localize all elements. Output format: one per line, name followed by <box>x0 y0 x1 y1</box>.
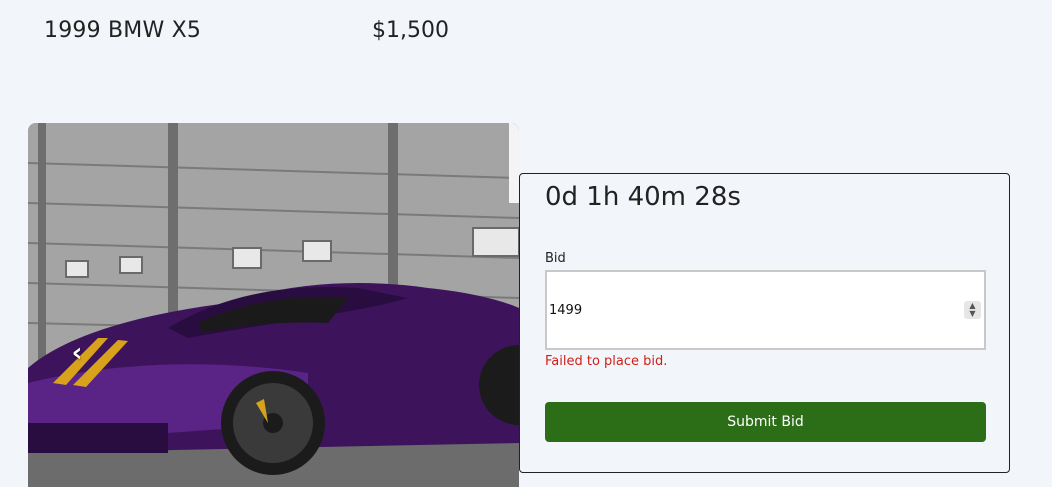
image-carousel: ‹ › <box>28 123 519 487</box>
bid-panel: 0d 1h 40m 28s Bid ▲ ▼ Failed to place bi… <box>519 173 1010 473</box>
car-photo <box>28 123 519 487</box>
submit-bid-button[interactable]: Submit Bid <box>545 402 986 442</box>
error-message: Failed to place bid. <box>545 354 668 369</box>
auction-page: 1999 BMW X5 $1,500 ‹ 0d 1h 40m 28s Bid 1… <box>0 0 1052 487</box>
listing-title: 1999 BMW X5 <box>44 18 202 43</box>
bid-label: Bid <box>545 251 566 266</box>
bid-input[interactable] <box>549 272 949 348</box>
listing-price: $1,500 <box>372 18 449 43</box>
countdown-timer: 0d 1h 40m 28s <box>545 182 741 212</box>
chevron-down-icon[interactable]: ▼ <box>964 310 981 318</box>
number-stepper[interactable]: ▲ ▼ <box>964 301 981 319</box>
bid-input-container: ▲ ▼ <box>545 270 986 350</box>
carousel-prev-button[interactable]: ‹ <box>65 340 89 366</box>
